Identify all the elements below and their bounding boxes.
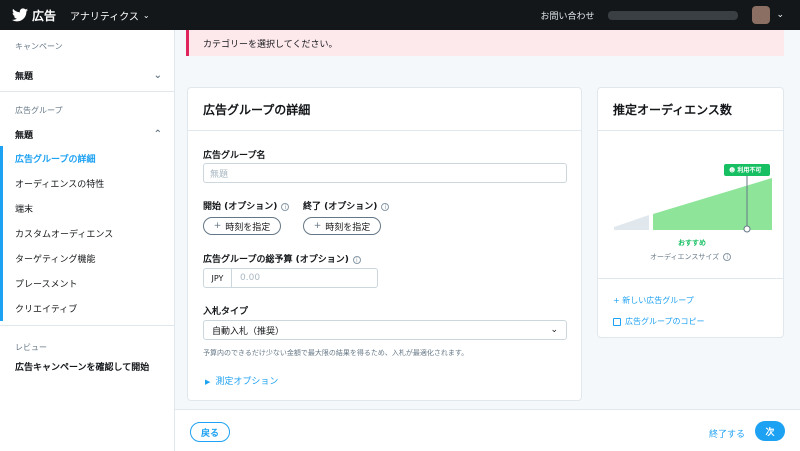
chevron-up-icon: ⌃ (153, 128, 162, 140)
graph-recommended-area (653, 178, 772, 230)
measurement-options-toggle[interactable]: ▶ 測定オプション (205, 374, 278, 387)
adgroup-details-card: 広告グループの詳細 広告グループ名 無題 開始 (オプション) i 終了 (オプシ… (187, 87, 582, 401)
unavailable-badge-label: 利用不可 (737, 167, 762, 174)
audience-size-label-wrap: オーディエンスサイズ i (650, 252, 732, 262)
contact-link[interactable]: お問い合わせ (540, 9, 594, 22)
audience-estimate-card: 推定オーディエンス数 ☻ 利用不可 おすすめ オーディエンスサイズ i + 新しい… (597, 87, 784, 338)
campaign-section-title: キャンペーン (15, 42, 63, 51)
brand-label: 広告 (32, 8, 57, 23)
sidebar-item-audience-features[interactable]: オーディエンスの特性 (0, 171, 174, 196)
review-launch-link[interactable]: 広告キャンペーンを確認して開始 (0, 360, 174, 373)
budget-label-wrap: 広告グループの総予算 (オプション) i (203, 252, 361, 265)
bid-type-label: 入札タイプ (203, 307, 249, 317)
adgroup-name-label: 広告グループ名 (203, 151, 266, 161)
start-time-button[interactable]: + 時刻を指定 (203, 217, 281, 235)
plus-icon: + (213, 221, 222, 231)
info-icon[interactable]: i (723, 253, 732, 261)
chevron-down-icon: ⌄ (142, 10, 150, 20)
people-icon: ☻ (729, 167, 736, 174)
measurement-options-label: 測定オプション (215, 377, 279, 387)
end-time-button[interactable]: + 時刻を指定 (303, 217, 381, 235)
sidebar: キャンペーン 無題 ⌄ 広告グループ 無題 ⌃ 広告グループの詳細 オーディエン… (0, 30, 175, 451)
new-adgroup-link[interactable]: + 新しい広告グループ (613, 295, 694, 306)
start-time-label: 時刻を指定 (225, 222, 271, 233)
recommended-label: おすすめ (678, 239, 706, 247)
sidebar-item-targeting-features[interactable]: ターゲティング機能 (0, 246, 174, 271)
account-chevron-down-icon[interactable]: ⌄ (776, 10, 784, 20)
sidebar-item-devices[interactable]: 端末 (0, 196, 174, 221)
card-title: 広告グループの詳細 (188, 88, 581, 131)
finish-link[interactable]: 終了する (709, 427, 745, 440)
campaign-name-row[interactable]: 無題 ⌄ (0, 60, 174, 92)
twitter-bird-icon (12, 8, 28, 22)
budget-label: 広告グループの総予算 (オプション) (203, 255, 349, 265)
audience-card-title: 推定オーディエンス数 (598, 88, 783, 131)
chevron-down-icon: ⌄ (153, 70, 162, 81)
budget-input[interactable]: 0.00 (232, 269, 260, 287)
adgroup-name-input[interactable]: 無題 (203, 163, 567, 183)
new-adgroup-label: 新しい広告グループ (622, 296, 694, 305)
caret-right-icon: ▶ (205, 378, 211, 386)
budget-input-group: JPY 0.00 (203, 268, 378, 288)
bottom-action-bar: 戻る 終了する 次 (175, 409, 800, 451)
start-label: 開始 (オプション) (203, 202, 278, 212)
next-button[interactable]: 次 (755, 421, 785, 441)
analytics-menu[interactable]: アナリティクス ⌄ (70, 8, 150, 23)
graph-left-bar (614, 227, 649, 230)
currency-code: JPY (204, 269, 232, 287)
audience-size-label: オーディエンスサイズ (650, 253, 720, 261)
plus-icon: + (313, 221, 322, 231)
plus-icon: + (613, 296, 620, 305)
adgroup-nav: 広告グループの詳細 オーディエンスの特性 端末 カスタムオーディエンス ターゲテ… (0, 146, 174, 326)
info-icon[interactable]: i (352, 255, 361, 264)
bid-type-select[interactable]: 自動入札（推奨） ⌄ (203, 320, 567, 340)
bid-type-value: 自動入札（推奨） (212, 326, 285, 337)
info-icon[interactable]: i (281, 202, 290, 211)
sidebar-item-creatives[interactable]: クリエイティブ (0, 296, 174, 321)
alert-text: カテゴリーを選択してください。 (203, 39, 338, 50)
end-time-label: 時刻を指定 (325, 222, 371, 233)
chevron-down-icon: ⌄ (550, 325, 558, 335)
copy-adgroup-link[interactable]: 広告グループのコピー (613, 316, 705, 327)
copy-adgroup-label: 広告グループのコピー (625, 317, 705, 326)
category-alert: カテゴリーを選択してください。 (186, 30, 784, 56)
divider (598, 278, 783, 279)
audience-size-graph (614, 164, 772, 233)
bid-help-text: 予算内のできるだけ少ない金額で最大限の結果を得るため、入札が最適化されます。 (203, 349, 469, 357)
brand[interactable]: 広告 (12, 7, 56, 24)
adgroup-section-title: 広告グループ (15, 106, 63, 115)
campaign-name: 無題 (15, 72, 34, 82)
adgroup-name-row[interactable]: 無題 ⌃ (0, 122, 174, 146)
end-label-wrap: 終了 (オプション) i (303, 199, 390, 212)
back-button[interactable]: 戻る (190, 422, 230, 442)
avatar[interactable] (752, 6, 771, 24)
start-label-wrap: 開始 (オプション) i (203, 199, 290, 212)
sidebar-item-placements[interactable]: プレースメント (0, 271, 174, 296)
sidebar-item-adgroup-details[interactable]: 広告グループの詳細 (0, 146, 174, 171)
adgroup-name: 無題 (15, 130, 34, 141)
analytics-label: アナリティクス (70, 11, 139, 23)
info-icon[interactable]: i (381, 202, 390, 211)
graph-recommended-bar (653, 227, 772, 230)
end-label: 終了 (オプション) (303, 202, 378, 212)
copy-icon (613, 317, 621, 326)
graph-marker-handle (743, 225, 751, 233)
unavailable-badge: ☻ 利用不可 (729, 165, 761, 174)
sidebar-item-custom-audiences[interactable]: カスタムオーディエンス (0, 221, 174, 246)
review-section-title: レビュー (15, 343, 47, 352)
account-name-blurred[interactable] (608, 10, 739, 20)
top-bar: 広告 アナリティクス ⌄ お問い合わせ ⌄ (0, 0, 800, 30)
